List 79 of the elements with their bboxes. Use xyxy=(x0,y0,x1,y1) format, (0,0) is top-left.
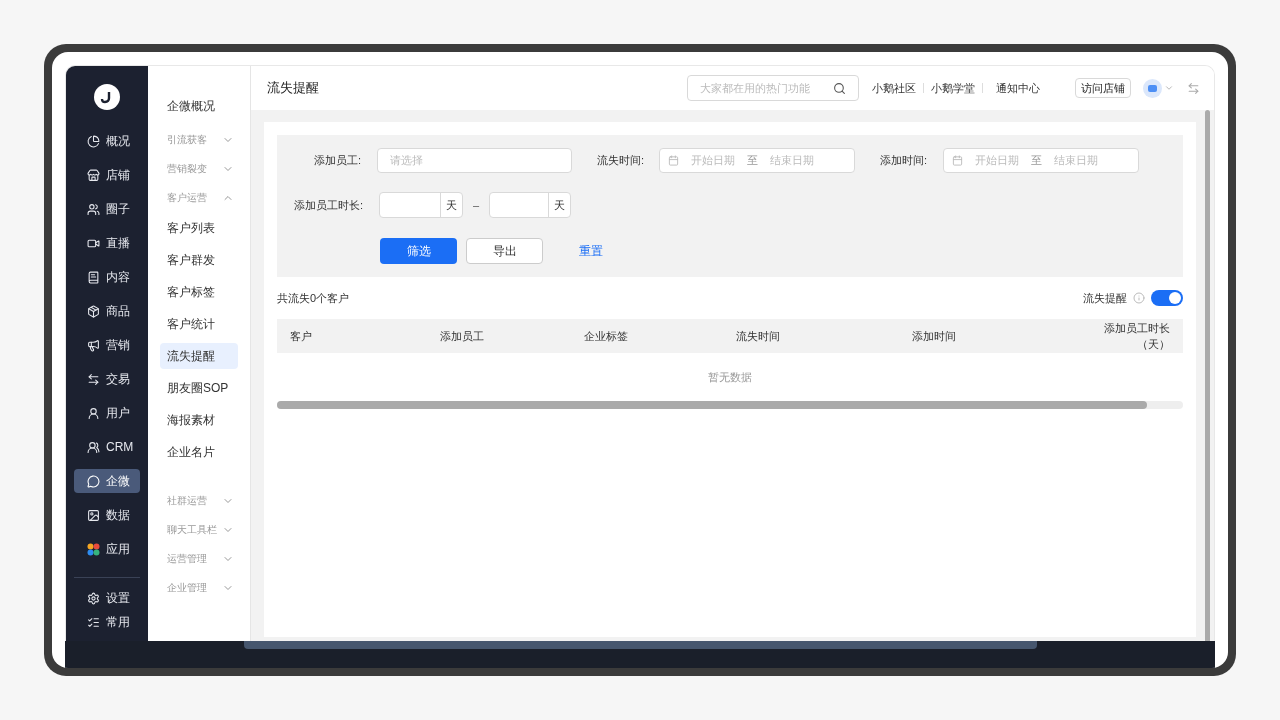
menu-item[interactable]: 企微概况 xyxy=(160,93,238,119)
range-separator: 至 xyxy=(1031,153,1042,169)
nav-item[interactable]: CRM xyxy=(74,435,140,459)
horizontal-scrollbar[interactable] xyxy=(277,401,1183,409)
nav-icon xyxy=(87,508,100,522)
search-icon xyxy=(833,81,846,95)
list-icon xyxy=(87,615,100,629)
nav-item[interactable]: 商品 xyxy=(74,299,140,323)
nav-icon xyxy=(87,372,100,386)
field-label: 添加员工时长: xyxy=(294,197,365,213)
menu-item[interactable]: 客户统计 xyxy=(160,311,238,337)
page-title: 流失提醒 xyxy=(267,79,319,98)
nav-item[interactable]: 常用 xyxy=(74,612,140,632)
nav-icon xyxy=(87,440,100,454)
header-link[interactable]: 小鹅社区 xyxy=(865,79,923,97)
nav-icon xyxy=(87,338,100,352)
visit-store-button[interactable]: 访问店铺 xyxy=(1075,78,1131,98)
menu-item[interactable]: 朋友圈SOP xyxy=(160,375,238,401)
vertical-scrollbar[interactable] xyxy=(1205,110,1210,641)
field-label: 流失时间: xyxy=(597,153,646,169)
range-separator: 至 xyxy=(747,153,758,169)
column-header: 流失时间 xyxy=(736,328,781,344)
nav-item[interactable]: 营销 xyxy=(74,333,140,357)
logo-icon xyxy=(94,84,120,110)
column-header: 客户 xyxy=(290,328,313,344)
nav-item[interactable]: 用户 xyxy=(74,401,140,425)
column-header: 添加员工时长（天） xyxy=(1103,320,1170,352)
reset-link[interactable]: 重置 xyxy=(579,242,603,260)
menu-item[interactable]: 客户列表 xyxy=(160,215,238,241)
start-date-placeholder: 开始日期 xyxy=(975,153,1019,169)
nav-item[interactable]: 直播 xyxy=(74,231,140,255)
nav-item[interactable]: 概况 xyxy=(74,129,140,153)
menu-item[interactable]: 企业名片 xyxy=(160,439,238,465)
export-button[interactable]: 导出 xyxy=(466,238,543,264)
toggle-label: 流失提醒 xyxy=(1083,290,1127,306)
switch-icon[interactable] xyxy=(1187,81,1200,95)
calendar-icon xyxy=(668,155,679,166)
end-date-placeholder: 结束日期 xyxy=(1054,153,1098,169)
lost-count-text: 共流失0个客户 xyxy=(277,290,350,306)
menu-item[interactable]: 客户群发 xyxy=(160,247,238,273)
nav-icon xyxy=(87,270,100,284)
filter-button[interactable]: 筛选 xyxy=(380,238,457,264)
nav-item[interactable]: 应用 xyxy=(74,537,140,561)
field-label: 添加时间: xyxy=(880,153,929,169)
menu-item[interactable]: 客户标签 xyxy=(160,279,238,305)
end-date-placeholder: 结束日期 xyxy=(770,153,814,169)
nav-icon xyxy=(87,134,100,148)
column-header: 添加员工 xyxy=(440,328,485,344)
info-icon xyxy=(1133,292,1145,304)
nav-icon xyxy=(87,168,100,182)
calendar-icon xyxy=(952,155,963,166)
apps-icon xyxy=(87,542,100,556)
header-link[interactable]: 通知中心 xyxy=(983,79,1053,97)
field-label: 添加员工: xyxy=(312,153,362,169)
alert-toggle[interactable] xyxy=(1151,290,1183,306)
nav-icon xyxy=(87,304,100,318)
menu-item[interactable]: 流失提醒 xyxy=(160,343,238,369)
nav-item[interactable]: 店铺 xyxy=(74,163,140,187)
nav-item[interactable]: 内容 xyxy=(74,265,140,289)
column-header: 企业标签 xyxy=(584,328,629,344)
nav-item[interactable]: 设置 xyxy=(74,588,140,608)
duration-field[interactable]: 天 xyxy=(489,192,572,218)
menu-item[interactable]: 海报素材 xyxy=(160,407,238,433)
store-avatar-icon[interactable] xyxy=(1143,78,1162,98)
empty-text: 暂无数据 xyxy=(708,369,752,385)
start-date-placeholder: 开始日期 xyxy=(691,153,735,169)
nav-icon xyxy=(87,474,100,488)
header-link[interactable]: 小鹅学堂 xyxy=(924,79,982,97)
nav-icon xyxy=(87,202,100,216)
range-dash: – xyxy=(473,197,480,213)
nav-item[interactable]: 企微 xyxy=(74,469,140,493)
caret-icon[interactable] xyxy=(1164,83,1174,93)
nav-item[interactable]: 圈子 xyxy=(74,197,140,221)
duration-field[interactable]: 天 xyxy=(379,192,463,218)
column-header: 添加时间 xyxy=(912,328,957,344)
nav-item[interactable]: 交易 xyxy=(74,367,140,391)
nav-item[interactable]: 数据 xyxy=(74,503,140,527)
settings-icon xyxy=(87,591,100,605)
nav-icon xyxy=(87,406,100,420)
